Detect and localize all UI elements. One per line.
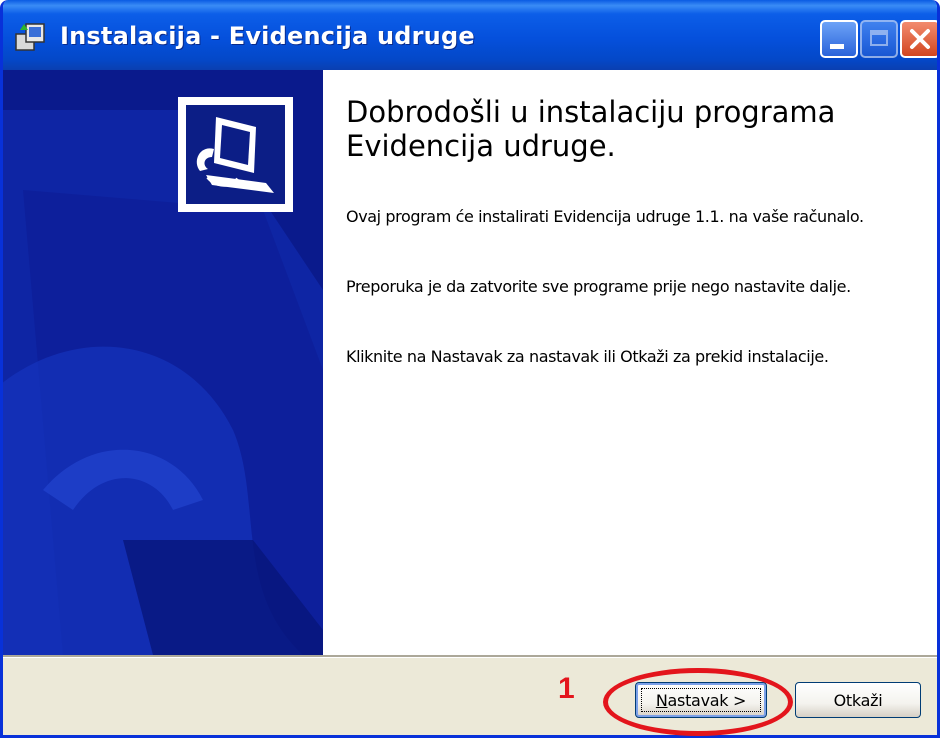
computer-setup-icon: [196, 117, 274, 193]
setup-logo: [178, 97, 293, 212]
welcome-heading: Dobrodošli u instalaciju programa Eviden…: [346, 95, 836, 163]
recommendation-paragraph: Preporuka je da zatvorite sve programe p…: [346, 277, 851, 296]
maximize-button[interactable]: [860, 20, 898, 58]
description-paragraph: Ovaj program će instalirati Evidencija u…: [346, 207, 864, 226]
cancel-button-label: Otkaži: [833, 690, 883, 710]
annotation-step-number: 1: [558, 672, 575, 705]
title-bar[interactable]: Instalacija - Evidencija udruge: [3, 0, 937, 70]
close-icon: [910, 29, 930, 49]
annotation-highlight-ellipse: [603, 668, 793, 736]
installer-icon: [14, 20, 48, 54]
close-button[interactable]: [900, 20, 937, 58]
wizard-content: Dobrodošli u instalaciju programa Eviden…: [3, 70, 937, 655]
instruction-paragraph: Kliknite na Nastavak za nastavak ili Otk…: [346, 347, 829, 366]
wizard-side-banner: [3, 70, 323, 655]
cancel-button[interactable]: Otkaži: [795, 682, 921, 718]
wizard-footer: Nastavak > Otkaži: [3, 658, 937, 735]
installer-window: Instalacija - Evidencija udruge Dobrodoš…: [0, 0, 940, 738]
minimize-button[interactable]: [820, 20, 858, 58]
window-title: Instalacija - Evidencija udruge: [60, 22, 475, 50]
